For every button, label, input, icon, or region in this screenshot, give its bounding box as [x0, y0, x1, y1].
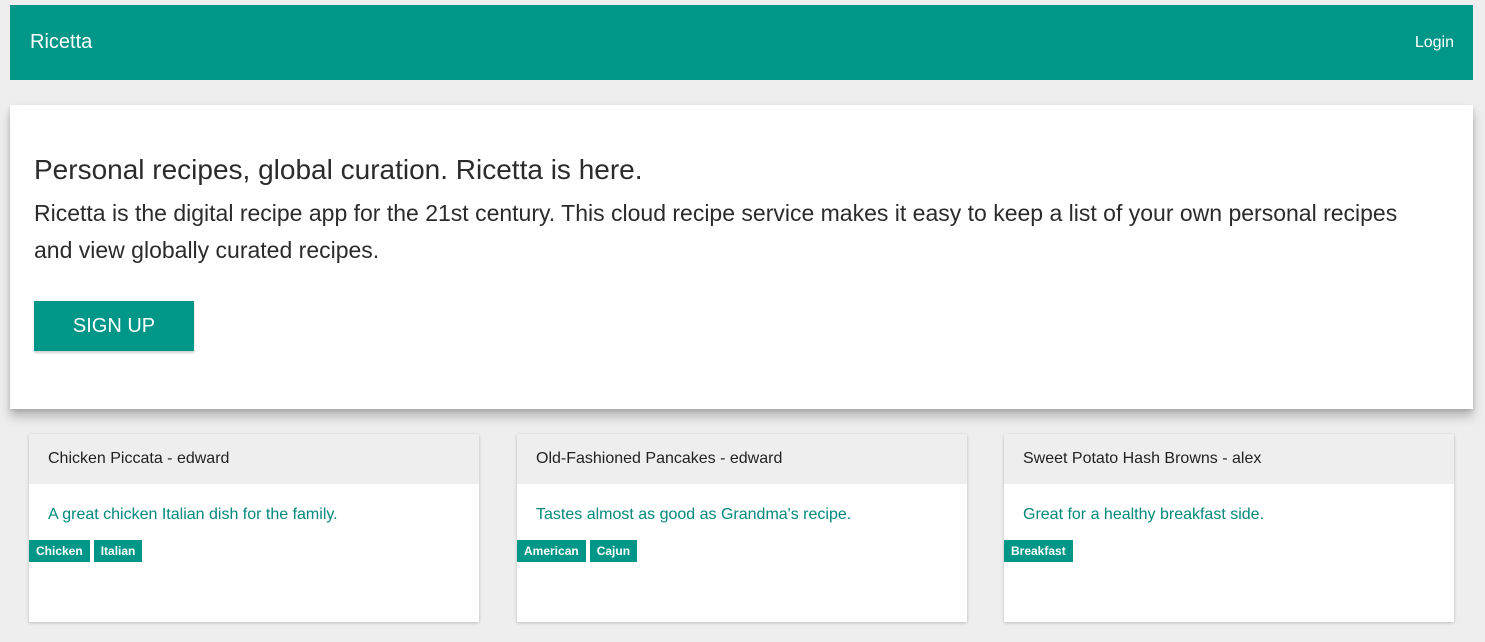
recipe-card-list: Chicken Piccata - edward A great chicken…: [29, 434, 1455, 622]
recipe-tag-list: Chicken Italian: [29, 540, 479, 562]
recipe-tag[interactable]: Chicken: [29, 540, 90, 562]
recipe-card-description: Tastes almost as good as Grandma's recip…: [536, 506, 852, 523]
recipe-card[interactable]: Chicken Piccata - edward A great chicken…: [29, 434, 479, 622]
recipe-tag[interactable]: Breakfast: [1004, 540, 1073, 562]
recipe-tag-list: Breakfast: [1004, 540, 1454, 562]
top-navbar: Ricetta Login: [10, 5, 1473, 80]
recipe-tag-list: American Cajun: [517, 540, 967, 562]
signup-button[interactable]: SIGN UP: [34, 301, 194, 351]
hero-headline: Personal recipes, global curation. Ricet…: [34, 154, 643, 185]
login-link[interactable]: Login: [1415, 34, 1454, 52]
recipe-tag[interactable]: Italian: [93, 540, 143, 562]
recipe-card-title: Old-Fashioned Pancakes - edward: [517, 434, 967, 484]
hero-lead-text: Ricetta is the digital recipe app for th…: [34, 200, 1398, 263]
recipe-tag[interactable]: Cajun: [589, 540, 638, 562]
recipe-card[interactable]: Old-Fashioned Pancakes - edward Tastes a…: [517, 434, 967, 622]
recipe-card-description: A great chicken Italian dish for the fam…: [48, 506, 338, 523]
recipe-card-title: Sweet Potato Hash Browns - alex: [1004, 434, 1454, 484]
recipe-card-title: Chicken Piccata - edward: [29, 434, 479, 484]
recipe-tag[interactable]: American: [517, 540, 586, 562]
recipe-card-description: Great for a healthy breakfast side.: [1023, 506, 1265, 523]
brand-link[interactable]: Ricetta: [30, 31, 92, 54]
hero-jumbotron: Personal recipes, global curation. Ricet…: [10, 105, 1473, 409]
recipe-card[interactable]: Sweet Potato Hash Browns - alex Great fo…: [1004, 434, 1454, 622]
